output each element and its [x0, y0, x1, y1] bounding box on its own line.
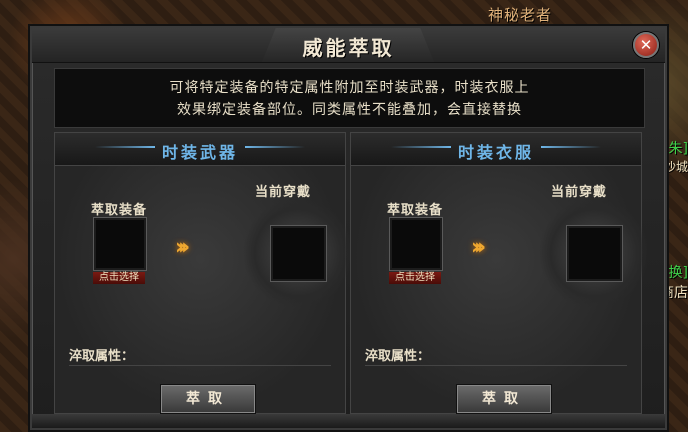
- source-equip-slot[interactable]: [93, 217, 147, 271]
- panel-header: 时装武器: [55, 133, 345, 166]
- fashion-clothes-panel: 时装衣服 萃取装备 点击选择 ››› 当前穿戴 淬取属性： 萃取: [350, 132, 649, 414]
- pick-button[interactable]: 点击选择: [93, 272, 145, 284]
- source-equip-slot[interactable]: [389, 217, 443, 271]
- extract-button[interactable]: 萃取: [161, 385, 255, 413]
- attribute-label: 淬取属性：: [69, 349, 135, 364]
- description-line: 效果绑定装备部位。同类属性不能叠加，会直接替换: [177, 102, 522, 118]
- dialog-title: 威能萃取: [302, 36, 395, 60]
- current-wear-slot[interactable]: [566, 225, 623, 282]
- extract-button[interactable]: 萃取: [457, 385, 551, 413]
- attribute-divider: [365, 365, 627, 366]
- double-arrow-icon: ›››: [175, 235, 190, 260]
- side-text: 换]: [668, 265, 688, 281]
- fashion-weapon-panel: 时装武器 萃取装备 点击选择 ››› 当前穿戴 淬取属性： 萃取: [54, 132, 353, 414]
- extract-equip-label: 萃取装备: [387, 203, 444, 218]
- header-decoration: [541, 146, 601, 148]
- panel-header: 时装衣服: [351, 133, 641, 166]
- attribute-label: 淬取属性：: [365, 349, 431, 364]
- extract-dialog: 威能萃取 ✕ 可将特定装备的特定属性附加至时装武器，时装衣服上 效果绑定装备部位…: [30, 26, 667, 430]
- side-text: 沙城: [663, 160, 688, 174]
- title-bar: 威能萃取 ✕: [32, 28, 665, 63]
- header-decoration: [245, 146, 305, 148]
- side-text: 朱]: [668, 141, 688, 157]
- attribute-divider: [69, 365, 331, 366]
- double-arrow-icon: ›››: [471, 235, 486, 260]
- panel-title: 时装武器: [161, 143, 238, 162]
- description-line: 可将特定装备的特定属性附加至时装武器，时装衣服上: [169, 80, 530, 96]
- panel-title: 时装衣服: [457, 143, 534, 162]
- close-button[interactable]: ✕: [633, 32, 659, 58]
- npc-name[interactable]: 神秘老者: [488, 4, 552, 25]
- description-box: 可将特定装备的特定属性附加至时装武器，时装衣服上 效果绑定装备部位。同类属性不能…: [54, 68, 645, 128]
- pick-button[interactable]: 点击选择: [389, 272, 441, 284]
- current-wear-slot[interactable]: [270, 225, 327, 282]
- extract-equip-label: 萃取装备: [91, 203, 148, 218]
- dialog-bottom-bar: [32, 414, 665, 428]
